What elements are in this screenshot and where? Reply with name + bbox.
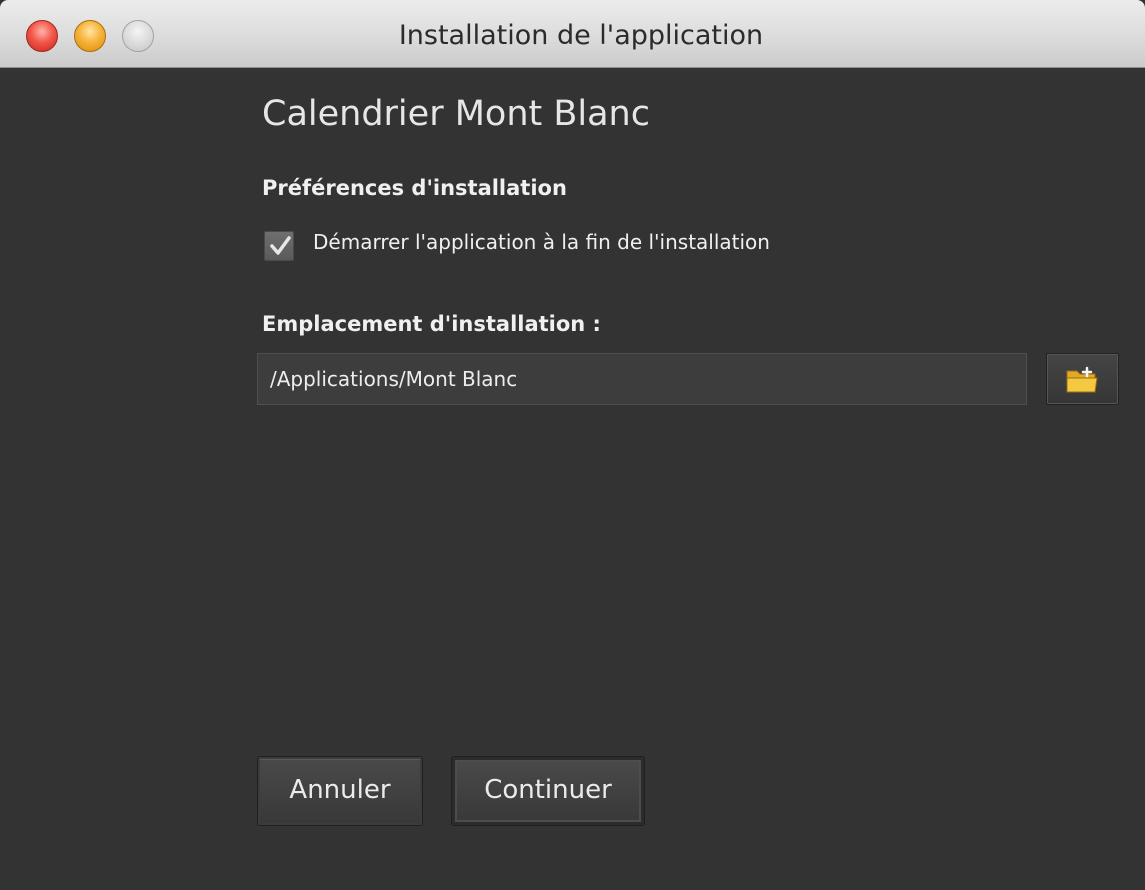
install-path-field[interactable]: /Applications/Mont Blanc (257, 353, 1027, 405)
app-name: Calendrier Mont Blanc (262, 94, 650, 134)
location-heading: Emplacement d'installation : (262, 312, 601, 336)
folder-icon (1066, 366, 1098, 393)
browse-folder-button[interactable] (1046, 353, 1119, 405)
preferences-heading: Préférences d'installation (262, 176, 567, 200)
window-title: Installation de l'application (398, 20, 764, 51)
launch-after-install-checkbox[interactable] (264, 231, 294, 261)
installer-content: Calendrier Mont Blanc Préférences d'inst… (0, 68, 1145, 890)
continue-button[interactable]: Continuer (451, 756, 645, 826)
checkmark-icon (270, 236, 291, 255)
launch-after-install-label[interactable]: Démarrer l'application à la fin de l'ins… (313, 230, 770, 254)
installer-window: Installation de l'application Calendrier… (0, 0, 1145, 890)
title-bar[interactable]: Installation de l'application (0, 0, 1145, 68)
cancel-button[interactable]: Annuler (257, 756, 423, 826)
